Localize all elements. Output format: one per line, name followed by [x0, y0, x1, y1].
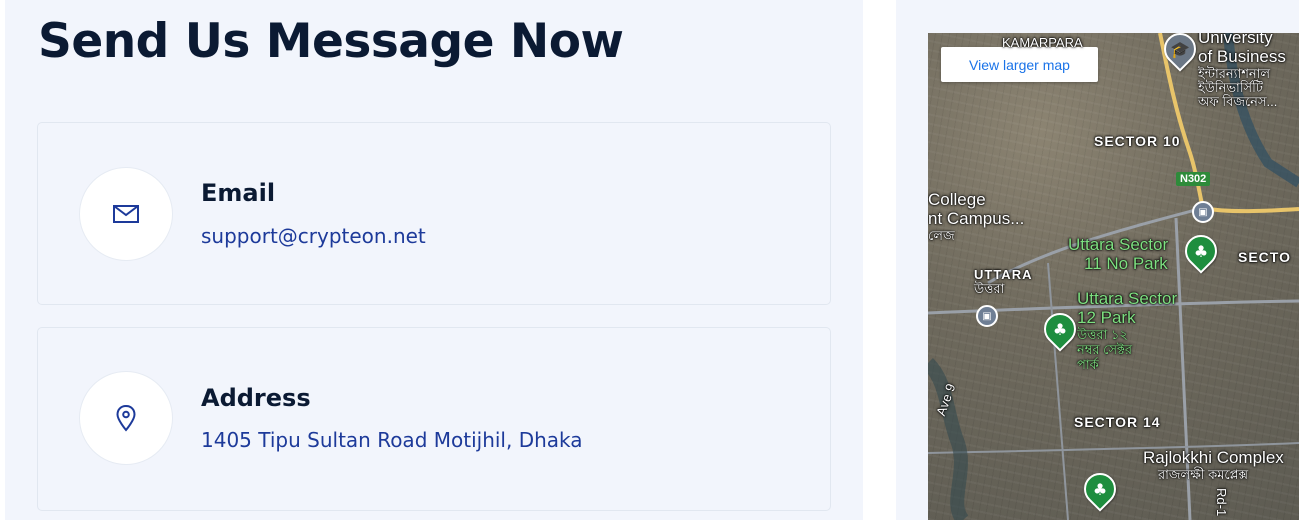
map-label-college-2: nt Campus... — [928, 209, 1025, 228]
graduation-cap-icon: 🎓 — [1170, 39, 1190, 59]
route-shield: N302 — [1176, 172, 1211, 186]
bus-stop-icon[interactable]: ▣ — [976, 305, 998, 327]
map-label-kamarpara: KAMARPARA — [1002, 35, 1083, 50]
map-label-park12-2: 12 Park — [1077, 308, 1136, 327]
map-label-rajlokkhi-bn: রাজলক্ষী কমপ্লেক্স — [1158, 467, 1249, 482]
map-label-university-bn-3: অফ বিজনেস... — [1198, 94, 1278, 109]
page-title: Send Us Message Now — [38, 14, 624, 69]
envelope-icon — [113, 205, 139, 223]
map-label-college-bn: লেজ — [928, 228, 955, 243]
map-label-park12-bn-3: পার্ক — [1077, 357, 1099, 372]
tree-icon: ♣ — [1052, 319, 1068, 339]
view-larger-map-button[interactable]: View larger map — [941, 47, 1098, 82]
contact-panel: Send Us Message Now Email support@crypte… — [5, 0, 863, 520]
address-icon-circle — [79, 371, 173, 465]
tree-icon: ♣ — [1193, 241, 1209, 261]
map-panel: View larger map KAMARPARA 🎓 University o… — [896, 0, 1299, 520]
map-label-university-1: University — [1198, 33, 1273, 47]
address-label: Address — [201, 384, 311, 412]
map-label-university-bn-2: ইউনিভার্সিটি — [1198, 80, 1263, 95]
map-label-sector-14: SECTOR 14 — [1074, 414, 1161, 430]
address-value: 1405 Tipu Sultan Road Motijhil, Dhaka — [201, 428, 583, 452]
map-label-uttara: UTTARA — [974, 267, 1033, 282]
address-card: Address 1405 Tipu Sultan Road Motijhil, … — [37, 327, 831, 511]
bus-stop-icon[interactable]: ▣ — [1192, 201, 1214, 223]
map-label-sector-right: SECTO — [1238, 249, 1291, 265]
embedded-map[interactable]: View larger map KAMARPARA 🎓 University o… — [928, 33, 1299, 520]
email-link[interactable]: support@crypteon.net — [201, 224, 426, 248]
map-label-park12-bn-1: উত্তরা ১২ — [1077, 327, 1128, 342]
map-label-park11-2: 11 No Park — [1084, 254, 1168, 273]
map-label-rajlokkhi: Rajlokkhi Complex — [1143, 448, 1284, 467]
map-label-university-bn-1: ইন্টারন্যাশনাল — [1198, 66, 1271, 81]
map-label-park12-1: Uttara Sector — [1077, 289, 1178, 308]
map-label-college-1: College — [928, 190, 986, 209]
map-label-park11-1: Uttara Sector — [1068, 235, 1169, 254]
map-label-rd: Rd-1 — [1214, 488, 1229, 517]
map-label-uttara-bn: উত্তরা — [974, 281, 1005, 296]
map-label-park12-bn-2: নম্বর সেক্টর — [1077, 342, 1133, 357]
tree-icon: ♣ — [1092, 479, 1108, 499]
email-label: Email — [201, 179, 276, 207]
map-label-sector-10: SECTOR 10 — [1094, 133, 1181, 149]
map-label-university-2: of Business — [1198, 47, 1286, 66]
location-pin-icon — [116, 404, 136, 432]
email-icon-circle — [79, 167, 173, 261]
email-card: Email support@crypteon.net — [37, 122, 831, 305]
